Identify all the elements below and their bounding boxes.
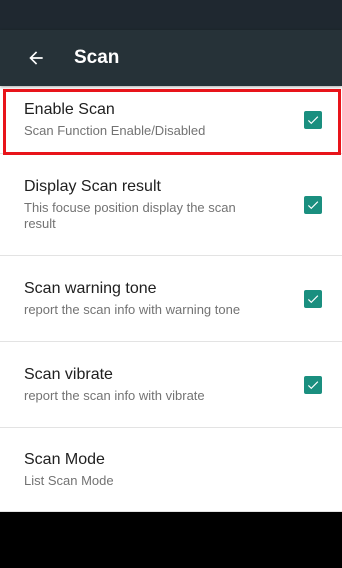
status-bar (0, 0, 342, 30)
setting-title: Scan warning tone (24, 280, 157, 297)
setting-title: Scan vibrate (24, 366, 113, 383)
setting-title: Scan Mode (24, 451, 105, 468)
setting-summary: report the scan info with vibrate (24, 388, 205, 403)
setting-summary: report the scan info with warning tone (24, 302, 241, 317)
navigation-bar (0, 512, 342, 568)
scan-vibrate-checkbox[interactable] (304, 375, 322, 394)
check-icon (307, 200, 319, 209)
setting-summary: List Scan Mode (24, 473, 114, 488)
display-scan-result-checkbox[interactable] (304, 195, 322, 214)
setting-summary: This focuse position display the scan re… (24, 200, 236, 231)
setting-display-scan-result[interactable]: Display Scan result This focuse position… (0, 154, 342, 256)
setting-title: Enable Scan (24, 101, 115, 118)
setting-summary: Scan Function Enable/Disabled (24, 123, 206, 138)
page-title: Scan (74, 47, 120, 68)
setting-scan-vibrate[interactable]: Scan vibrate report the scan info with v… (0, 342, 342, 428)
scan-warning-tone-checkbox[interactable] (304, 289, 322, 308)
settings-list: Enable Scan Scan Function Enable/Disable… (0, 86, 342, 512)
check-icon (307, 294, 319, 303)
arrow-left-icon (29, 51, 43, 65)
setting-enable-scan[interactable]: Enable Scan Scan Function Enable/Disable… (0, 86, 342, 154)
check-icon (307, 380, 319, 389)
back-button[interactable] (8, 30, 64, 86)
check-icon (307, 115, 319, 124)
app-bar: Scan (0, 30, 342, 86)
enable-scan-checkbox[interactable] (304, 110, 322, 129)
setting-scan-mode[interactable]: Scan Mode List Scan Mode (0, 428, 342, 512)
setting-title: Display Scan result (24, 178, 161, 195)
setting-scan-warning-tone[interactable]: Scan warning tone report the scan info w… (0, 256, 342, 342)
